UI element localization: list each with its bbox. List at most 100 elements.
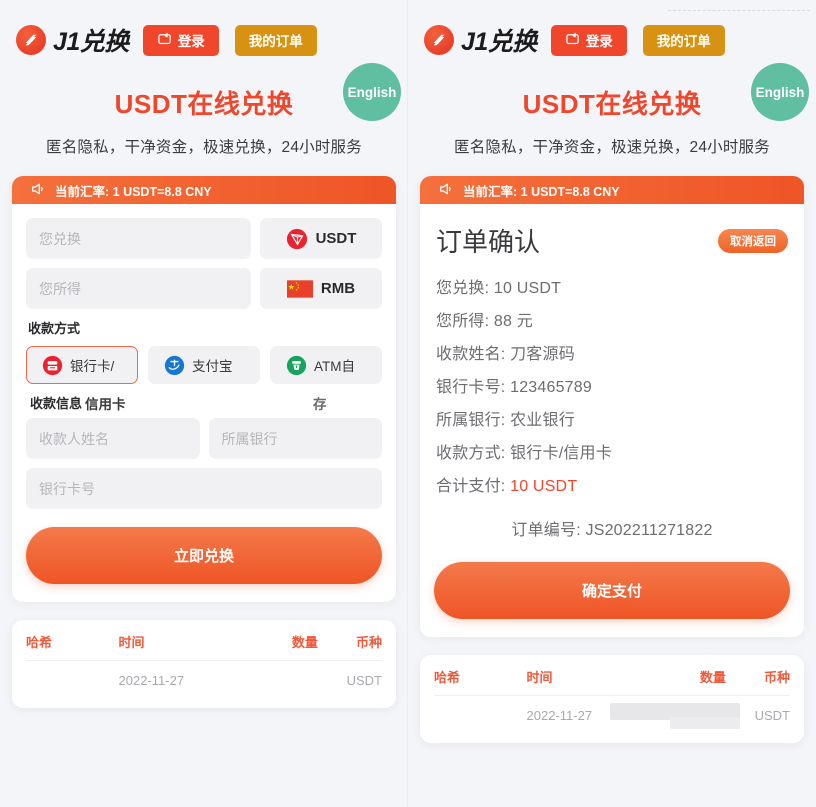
receiver-name-input[interactable] [26,418,200,459]
order-detail-receive: 您所得: 88 元 [434,302,790,335]
exchange-card: 当前汇率: 1 USDT=8.8 CNY USDT [12,176,396,602]
column-amount: 数量 [699,670,726,685]
exchange-rate-banner-right: 当前汇率: 1 USDT=8.8 CNY [420,176,804,204]
login-button[interactable]: 登录 [142,24,219,56]
bank-name-input[interactable] [208,418,382,459]
cell-coin: USDT [346,673,382,688]
brand[interactable]: J1兑换 [16,22,129,58]
table-row: 2022-11-27 USDT [26,661,382,688]
hero-section: USDT在线兑换 匿名隐私，干净资金，极速兑换，24小时服务 English [0,58,408,157]
records-table-right: 哈希 时间 数量 币种 2022-11-27 USDT [420,655,804,743]
payment-method-bank-card[interactable]: 银行卡/ [26,346,138,384]
login-label-right: 登录 [585,34,613,49]
exchange-rate-banner: 当前汇率: 1 USDT=8.8 CNY [12,176,396,204]
login-button-right[interactable]: 登录 [550,24,627,56]
panel-order-confirm: J1兑换 登录 我的订单 USDT在线兑换 匿名隐私，干净资金，极速兑换，24小… [408,0,816,807]
value-card: 123465789 [510,378,592,396]
brand-name: J1兑换 [53,28,129,56]
j1-swirl-logo-icon [16,25,46,55]
value-method: 银行卡/信用卡 [510,444,612,462]
receiving-info-label: 收款信息 [30,396,83,411]
my-orders-button[interactable]: 我的订单 [234,24,317,56]
payment-method-atm[interactable]: ATM自 [270,346,382,384]
panel-exchange-form: J1兑换 登录 我的订单 USDT在线兑换 匿名隐私，干净资金，极速兑换，24小… [0,0,408,807]
receiving-info-label-row: 收款信息 信用卡 存 [28,393,382,412]
atm-icon [286,355,307,376]
brand-right[interactable]: J1兑换 [424,22,537,58]
login-label: 登录 [177,34,205,49]
table-header-right: 哈希 时间 数量 币种 [434,667,790,696]
value-receive: 88 元 [493,312,533,330]
exchange-now-button[interactable]: 立即兑换 [26,527,382,584]
english-language-button-right[interactable]: English [751,63,809,121]
my-orders-button-right[interactable]: 我的订单 [642,24,725,56]
order-confirm-body: 订单确认 取消返回 您兑换: 10 USDT 您所得: 88 元 收款姓名: 刀… [420,204,804,637]
order-number-label: 订单编号: [511,522,586,539]
exchange-rate-text: 当前汇率: 1 USDT=8.8 CNY [55,181,212,200]
order-confirm-card: 当前汇率: 1 USDT=8.8 CNY 订单确认 取消返回 您兑换: 10 U… [420,176,804,637]
tron-usdt-icon [286,228,308,250]
receive-amount-input[interactable] [26,268,251,309]
bank-card-label-overflow: 信用卡 [85,397,126,412]
brand-name-right: J1兑换 [461,28,537,56]
bank-name-wrap [208,418,382,459]
redaction-overlay-secondary [670,717,740,729]
column-coin: 币种 [355,635,382,650]
receiver-row [26,418,382,459]
column-time: 时间 [118,635,145,650]
payment-method-atm-label: ATM自 [314,359,355,374]
app-header-right: J1兑换 登录 我的订单 [408,0,816,58]
value-name: 刀客源码 [510,345,575,363]
order-confirm-title: 订单确认 [436,227,541,257]
receive-coin-selector[interactable]: RMB [260,268,382,309]
pay-amount-input[interactable] [26,218,251,259]
cell-amount [232,673,317,688]
table-header: 哈希 时间 数量 币种 [26,632,382,661]
cell-hash [26,673,119,688]
payment-method-tabs: 银行卡/ 支付宝 ATM自 [26,346,382,384]
card-number-row [26,468,382,509]
rate-prefix: 当前汇率: [55,184,113,199]
receiver-name-wrap [26,418,200,459]
column-hash: 哈希 [434,670,461,685]
payment-method-label: 收款方式 [28,321,81,336]
english-language-button[interactable]: English [343,63,401,121]
rate-value: 1 USDT=8.8 CNY [112,184,212,199]
pay-coin-label: USDT [315,230,357,247]
rate-prefix-right: 当前汇率: [463,184,521,199]
label-exchange: 您兑换: [436,279,494,297]
wallet-icon [565,31,580,49]
label-card: 银行卡号: [436,378,511,396]
order-number-row: 订单编号: JS202211271822 [434,500,790,544]
pay-coin-selector[interactable]: USDT [260,218,382,259]
label-total: 合计支付: [436,477,511,495]
order-detail-total: 合计支付: 10 USDT [434,467,790,500]
value-exchange: 10 USDT [493,279,562,297]
column-hash: 哈希 [26,635,53,650]
rate-value-right: 1 USDT=8.8 CNY [520,184,620,199]
label-receive: 您所得: [436,312,494,330]
label-bank: 所属银行: [436,411,511,429]
order-detail-exchange: 您兑换: 10 USDT [434,269,790,302]
cancel-return-button[interactable]: 取消返回 [718,228,788,253]
confirm-payment-button[interactable]: 确定支付 [434,562,790,619]
cell-time: 2022-11-27 [118,673,185,688]
payment-method-bank-card-label: 银行卡/ [70,359,115,374]
megaphone-icon [30,181,46,200]
order-header: 订单确认 取消返回 [434,218,790,269]
value-bank: 农业银行 [510,411,575,429]
receive-amount-row: RMB [26,268,382,309]
label-method: 收款方式: [436,444,511,462]
order-detail-bank: 所属银行: 农业银行 [434,401,790,434]
payment-method-alipay-label: 支付宝 [192,359,233,374]
payment-method-alipay[interactable]: 支付宝 [148,346,260,384]
order-detail-name: 收款姓名: 刀客源码 [434,335,790,368]
dual-panel-screenshot: J1兑换 登录 我的订单 USDT在线兑换 匿名隐私，干净资金，极速兑换，24小… [0,0,816,807]
column-time: 时间 [526,670,553,685]
alipay-icon [164,355,185,376]
order-detail-method: 收款方式: 银行卡/信用卡 [434,434,790,467]
cell-hash [434,708,527,723]
page-subtitle: 匿名隐私，干净资金，极速兑换，24小时服务 [46,139,362,156]
megaphone-icon [438,181,454,200]
card-number-input[interactable] [26,468,382,509]
